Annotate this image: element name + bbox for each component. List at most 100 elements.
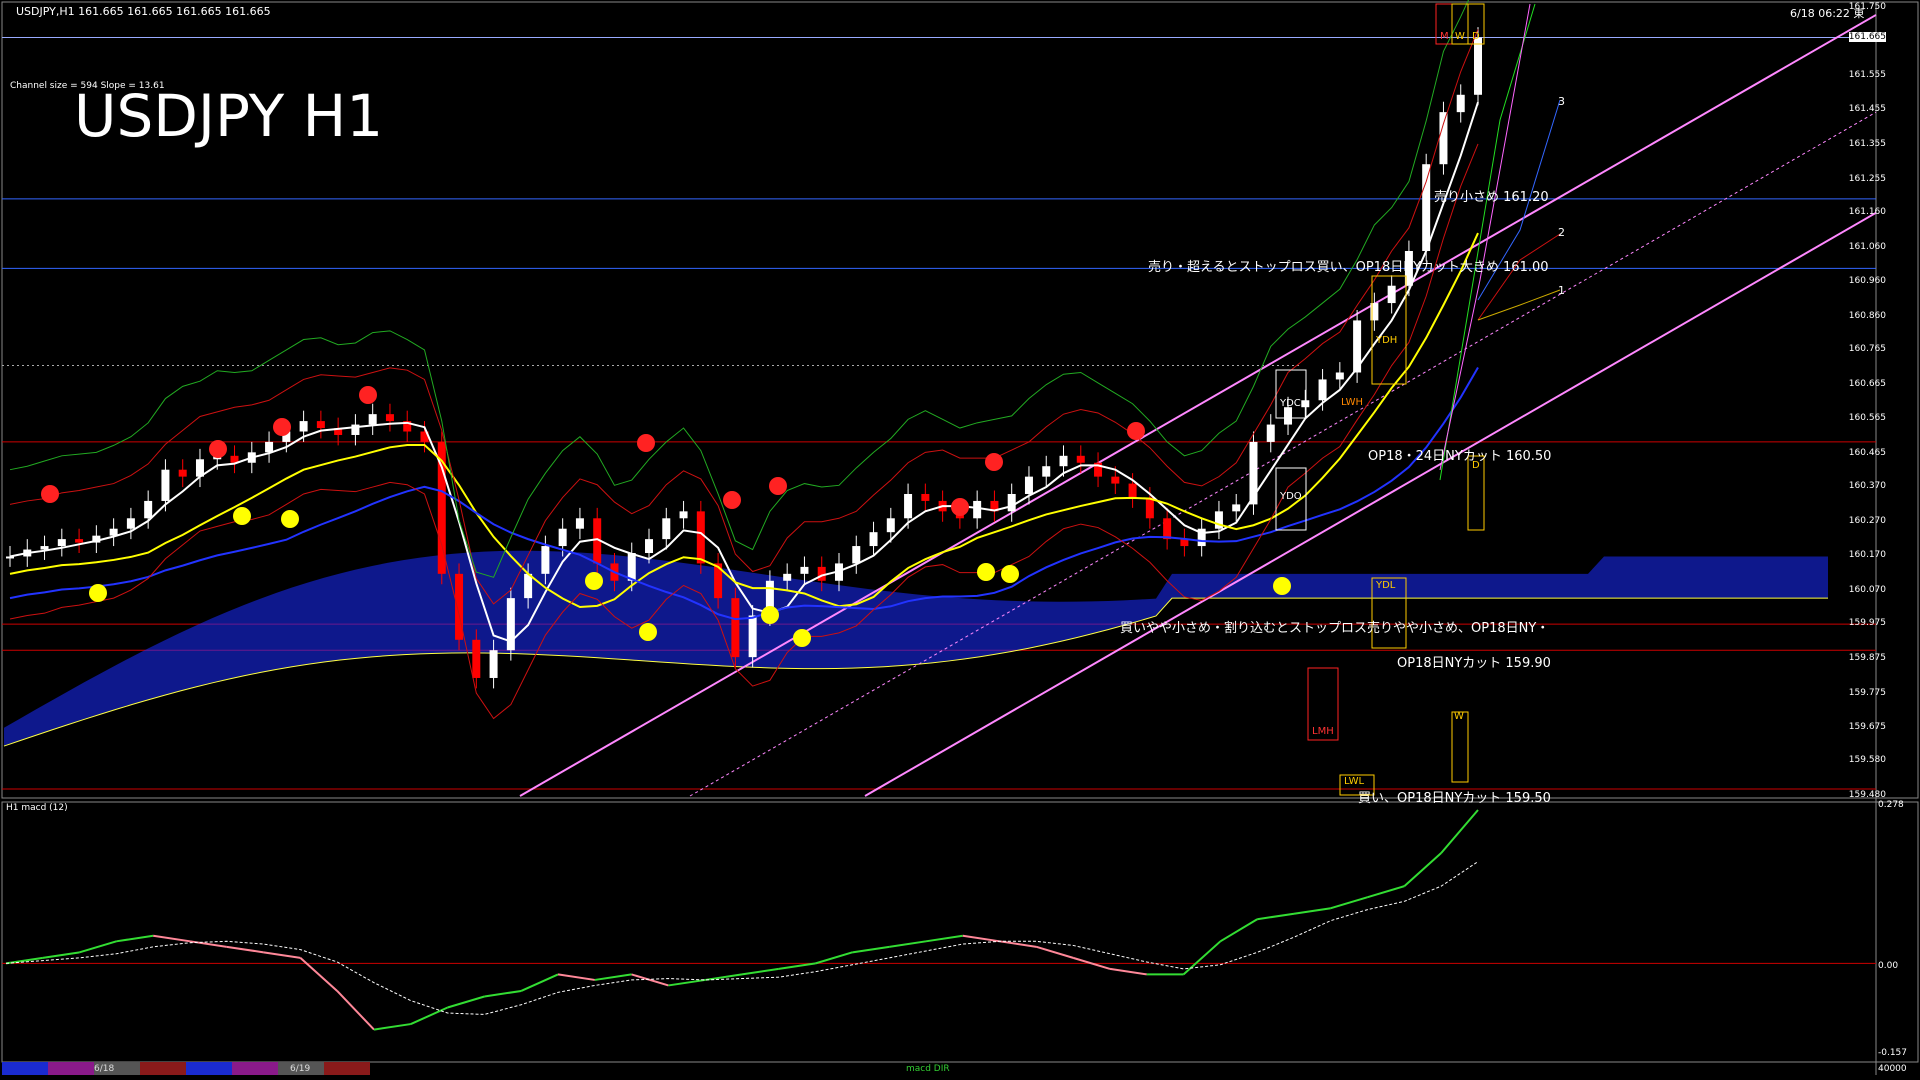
chart-window: { "header":{ "symbol_info":"USDJPY,H1 16… xyxy=(0,0,1920,1080)
signal-arrow-icon xyxy=(585,572,603,590)
channel-mid xyxy=(689,111,1877,797)
price-tick: 161.255 xyxy=(1848,173,1886,184)
box-label-d-top: D xyxy=(1472,31,1480,42)
macd-segment xyxy=(852,945,890,954)
macd-segment xyxy=(1403,852,1442,887)
macd-segment xyxy=(79,940,117,954)
candle-body xyxy=(921,493,930,501)
candle-body xyxy=(40,546,49,550)
macd-tick-zero: 0.00 xyxy=(1878,961,1899,971)
candle-body xyxy=(161,469,170,501)
candle-body xyxy=(524,573,533,599)
candle-body xyxy=(1387,285,1396,304)
candle-body xyxy=(1284,407,1293,425)
candle-body xyxy=(1318,379,1327,401)
candle-body xyxy=(385,414,394,422)
macd-segment xyxy=(741,967,779,976)
macd-panel-border xyxy=(1,801,1919,1063)
macd-segment xyxy=(373,1023,411,1031)
signal-arrow-icon xyxy=(233,507,251,525)
macd-segment xyxy=(1036,945,1074,959)
candle-body xyxy=(541,546,550,574)
macd-segment xyxy=(299,957,338,992)
annotation-sell-big: 売り・超えるとストップロス買い、OP18日NYカット大きめ 161.00 xyxy=(1148,260,1549,275)
price-tick: 159.675 xyxy=(1848,722,1886,733)
signal-arrow-icon xyxy=(1127,422,1145,440)
signal-arrow-icon xyxy=(89,584,107,602)
price-tick: 161.060 xyxy=(1848,241,1886,252)
price-tick: 159.480 xyxy=(1848,790,1886,800)
trend-red xyxy=(1477,233,1561,321)
date-label-6-18: 6/18 xyxy=(94,1064,115,1074)
candle-body xyxy=(886,518,895,533)
box-label-w-top: W xyxy=(1455,31,1465,42)
annotation-sell-small: 売り小さめ 161.20 xyxy=(1434,190,1549,205)
signal-arrow-icon xyxy=(723,491,741,509)
candle-body xyxy=(75,539,84,543)
macd-segment xyxy=(889,940,927,948)
signal-arrow-icon xyxy=(977,563,995,581)
candle-body xyxy=(472,639,481,678)
date-label-6-19: 6/19 xyxy=(290,1064,311,1074)
signal-arrow-icon xyxy=(639,623,657,641)
signal-arrow-icon xyxy=(985,453,1003,471)
candle-body xyxy=(178,469,187,477)
candle-body xyxy=(57,539,66,547)
macd-segment xyxy=(778,962,816,970)
candle-body xyxy=(852,546,861,564)
candle-body xyxy=(1111,476,1120,484)
box-label-m: M xyxy=(1440,31,1449,42)
macd-segment xyxy=(1182,940,1222,976)
session-strip xyxy=(324,1062,370,1075)
price-tick: 160.860 xyxy=(1848,310,1886,321)
candle-body xyxy=(1128,483,1137,498)
price-tick: 161.665 xyxy=(1848,31,1886,42)
macd-segment xyxy=(1257,912,1295,921)
candle-body xyxy=(1059,455,1068,467)
chart-canvas xyxy=(1,0,1919,1075)
candle-body xyxy=(627,553,636,581)
candle-body xyxy=(1076,455,1085,463)
signal-arrow-icon xyxy=(793,629,811,647)
box-label-d: D xyxy=(1472,460,1480,471)
macd-segment xyxy=(520,973,559,992)
session-strip xyxy=(232,1062,278,1075)
macd-segment xyxy=(1330,896,1368,910)
candle-body xyxy=(109,528,118,536)
price-tick: 160.070 xyxy=(1848,585,1886,596)
macd-segment xyxy=(962,934,1000,943)
box-label-ydl: YDL xyxy=(1376,580,1396,591)
price-tick: 160.665 xyxy=(1848,378,1886,389)
price-tick: 160.565 xyxy=(1848,413,1886,424)
price-tick: 159.580 xyxy=(1848,755,1886,766)
candle-body xyxy=(1042,466,1051,477)
candle-body xyxy=(299,421,308,432)
candle-body xyxy=(645,539,654,554)
price-tick: 160.465 xyxy=(1848,448,1886,459)
session-strip xyxy=(140,1062,186,1075)
candle-body xyxy=(973,500,982,519)
price-tick: 160.960 xyxy=(1848,276,1886,287)
candle-body xyxy=(1232,504,1241,512)
session-strip xyxy=(2,1062,48,1075)
macd-segment xyxy=(668,978,706,987)
macd-segment xyxy=(447,995,485,1009)
signal-arrow-icon xyxy=(281,510,299,528)
candle-body xyxy=(1301,400,1310,408)
symbol-info: USDJPY,H1 161.665 161.665 161.665 161.66… xyxy=(16,5,271,18)
trend-gold xyxy=(1477,289,1561,321)
candle-body xyxy=(679,511,688,519)
macd-segment xyxy=(42,951,80,959)
macd-segment xyxy=(1219,918,1258,943)
candle-body xyxy=(1145,497,1154,519)
macd-tick-volume: 40000 xyxy=(1878,1064,1907,1074)
candle-body xyxy=(489,650,498,678)
box-label-ydc: YDC xyxy=(1280,398,1301,409)
price-tick: 160.765 xyxy=(1848,343,1886,354)
candle-body xyxy=(1456,94,1465,113)
candle-body xyxy=(1163,518,1172,540)
price-tick: 161.555 xyxy=(1848,69,1886,80)
candle-body xyxy=(126,518,135,529)
candle-body xyxy=(265,441,274,453)
annotation-op-159-50: 買い、OP18日NYカット 159.50 xyxy=(1358,791,1551,806)
